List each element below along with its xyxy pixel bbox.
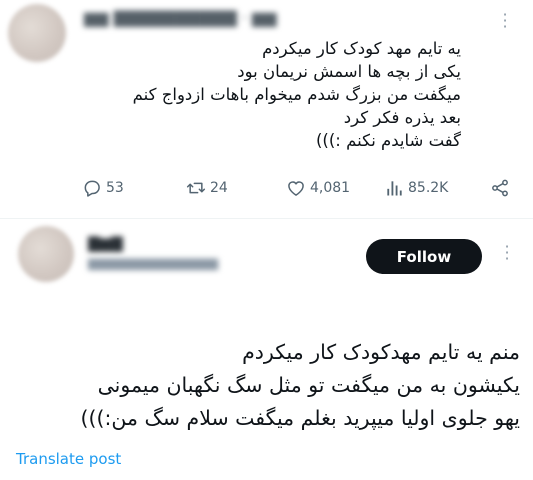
translate-post-link[interactable]: Translate post <box>16 450 121 468</box>
repost-button[interactable]: 24 <box>186 178 228 198</box>
blurred-user-info: ▆▆ ▇▇▇▇▇▇▇▇▇▇ · ▆▆ <box>84 8 277 27</box>
tweet-text-line: یهو جلوی اولیا میپرید بغلم میگفت سلام سگ… <box>80 406 521 430</box>
views-count: 85.2K <box>408 180 449 196</box>
tweet-text-line: منم یه تایم مهدکودک کار میکردم <box>242 340 520 364</box>
more-options-icon[interactable]: · · · <box>502 7 508 35</box>
avatar[interactable] <box>18 226 74 282</box>
tweet-text-line: گفت شایدم نکنم :))) <box>316 131 461 150</box>
tweet-text-line: بعد یذره فکر کرد <box>343 108 461 127</box>
reply-button[interactable]: 53 <box>82 178 124 198</box>
share-icon <box>492 179 508 197</box>
repost-count: 24 <box>210 180 228 196</box>
views-icon <box>387 181 402 196</box>
tweet-text-line: یکیشون به من میگفت تو مثل سگ نگهبان میمو… <box>97 373 520 397</box>
repost-icon <box>186 182 206 194</box>
heart-icon <box>288 181 304 196</box>
share-button[interactable] <box>490 178 510 198</box>
views-button[interactable]: 85.2K <box>384 178 448 198</box>
blurred-handle: ▆▆▆▆▆▆▆▆▆▆▆▆▆ <box>88 256 218 271</box>
follow-button[interactable]: Follow <box>366 239 482 274</box>
like-count: 4,081 <box>310 180 351 196</box>
divider <box>0 218 533 219</box>
reply-icon <box>84 180 100 197</box>
tweet-text-line: یه تایم مهد کودک کار میکردم <box>262 39 461 58</box>
like-button[interactable]: 4,081 <box>286 178 350 198</box>
tweet-text-line: میگفت من بزرگ شدم میخوام باهات ازدواج کن… <box>132 85 461 104</box>
more-options-icon[interactable]: · · · <box>504 239 510 267</box>
reply-count: 53 <box>106 180 124 196</box>
tweet-actions: 53 24 4,081 85.2K <box>0 178 533 204</box>
blurred-display-name: ▇▆▇ <box>88 234 123 252</box>
tweet-text-line: یکی از بچه ها اسمش نریمان بود <box>237 62 461 81</box>
avatar[interactable] <box>8 4 66 62</box>
